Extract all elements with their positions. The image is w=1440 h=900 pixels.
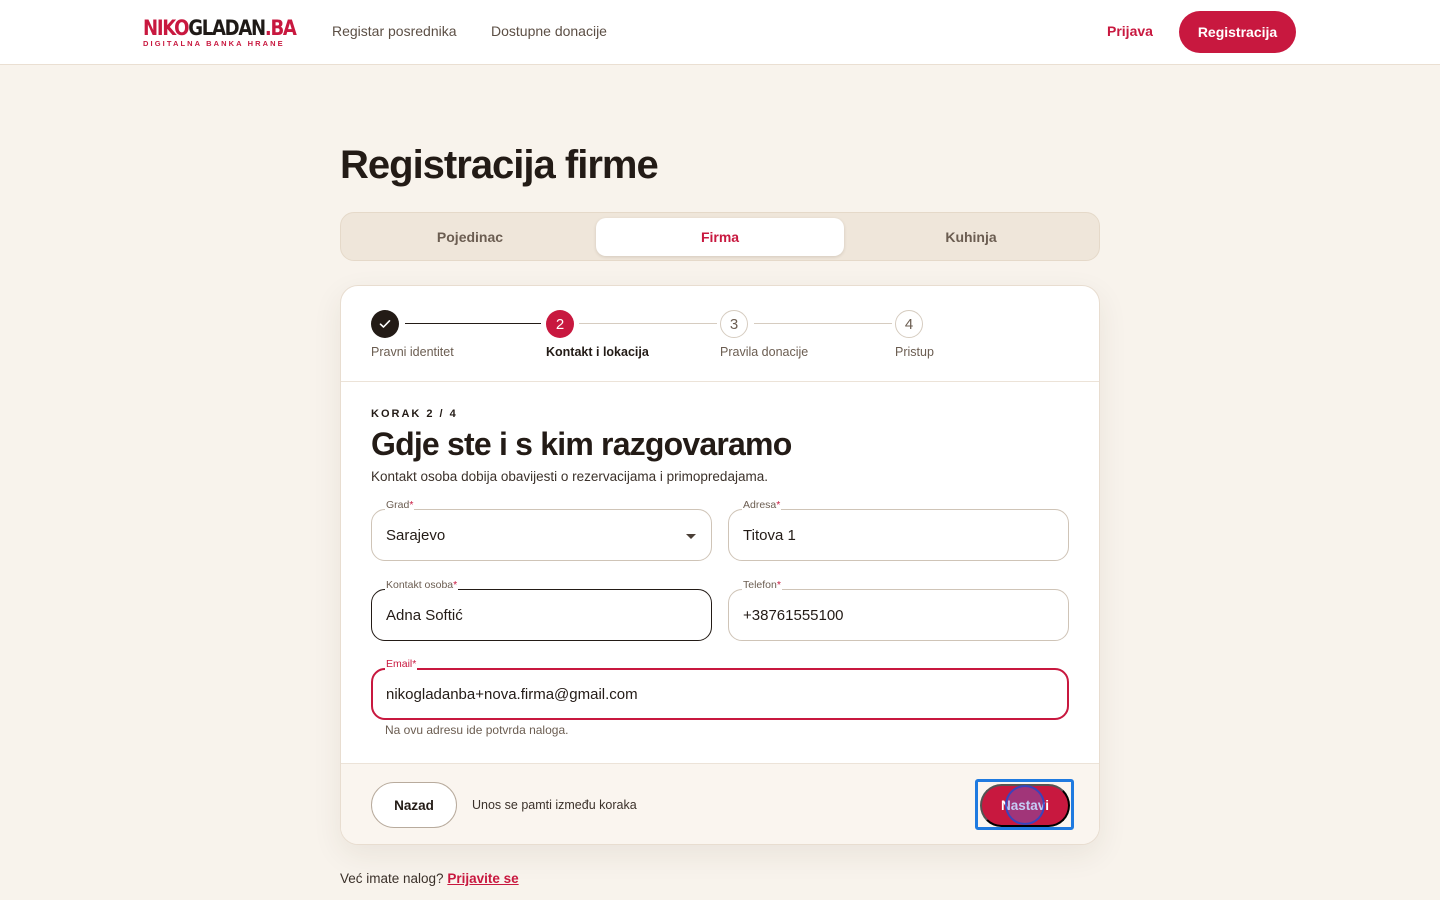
check-icon: [379, 320, 391, 328]
step-connector-1: [405, 323, 541, 324]
phone-input[interactable]: +38761555100: [728, 589, 1069, 641]
email-label: Email*: [385, 658, 418, 670]
city-field: Sarajevo Grad*: [371, 499, 712, 563]
city-label: Grad*: [385, 499, 415, 511]
card-footer: Nazad Unos se pamti između koraka Nastav…: [341, 763, 1099, 844]
tab-firma[interactable]: Firma: [596, 218, 844, 256]
address-field: Titova 1 Adresa*: [728, 499, 1069, 563]
cursor-indicator: [1005, 785, 1045, 825]
contact-person-value: Adna Softić: [386, 606, 463, 624]
login-prompt-link[interactable]: Prijavite se: [447, 871, 518, 886]
nav-link-dostupne-donacije[interactable]: Dostupne donacije: [491, 23, 607, 39]
tab-pojedinac[interactable]: Pojedinac: [346, 218, 594, 256]
step-kicker: KORAK 2 / 4: [371, 408, 458, 420]
login-prompt: Već imate nalog? Prijavite se: [340, 871, 519, 886]
step-3-indicator: 3: [720, 310, 748, 338]
logo-tagline: DIGITALNA BANKA HRANE: [143, 39, 285, 48]
section-title: Gdje ste i s kim razgovaramo: [371, 426, 792, 462]
stepper: 2 3 4 Pravni identitet Kontakt i lokacij…: [341, 286, 1099, 382]
phone-label: Telefon*: [742, 579, 782, 591]
contact-person-input[interactable]: Adna Softić: [371, 589, 712, 641]
registration-card: 2 3 4 Pravni identitet Kontakt i lokacij…: [340, 285, 1100, 845]
step-1-indicator: [371, 310, 399, 338]
step-connector-2: [579, 323, 717, 324]
step-4-label: Pristup: [895, 345, 934, 359]
step-2-label: Kontakt i lokacija: [546, 345, 649, 359]
phone-value: +38761555100: [743, 606, 844, 624]
step-4-indicator: 4: [895, 310, 923, 338]
autosave-note: Unos se pamti između koraka: [472, 798, 637, 812]
top-navigation: NIKOGLADAN.BA DIGITALNA BANKA HRANE Regi…: [0, 0, 1440, 65]
step-connector-3: [754, 323, 892, 324]
account-type-tabs: Pojedinac Firma Kuhinja: [340, 212, 1100, 261]
site-logo[interactable]: NIKOGLADAN.BA DIGITALNA BANKA HRANE: [143, 16, 297, 49]
step-1-label: Pravni identitet: [371, 345, 454, 359]
contact-person-label: Kontakt osoba*: [385, 579, 459, 591]
back-button[interactable]: Nazad: [371, 782, 457, 828]
address-value: Titova 1: [743, 526, 796, 544]
section-subtitle: Kontakt osoba dobija obavijesti o rezerv…: [371, 469, 768, 484]
logo-wordmark: NIKOGLADAN.BA: [143, 16, 297, 40]
phone-field: +38761555100 Telefon*: [728, 579, 1069, 643]
city-value: Sarajevo: [386, 526, 446, 544]
step-2-indicator: 2: [546, 310, 574, 338]
nav-link-registar-posrednika[interactable]: Registar posrednika: [332, 23, 457, 39]
email-value: nikogladanba+nova.firma@gmail.com: [386, 685, 638, 703]
city-select[interactable]: Sarajevo: [371, 509, 712, 561]
login-link[interactable]: Prijava: [1107, 23, 1153, 39]
register-button[interactable]: Registracija: [1179, 11, 1296, 53]
contact-person-field: Adna Softić Kontakt osoba*: [371, 579, 712, 643]
tab-kuhinja[interactable]: Kuhinja: [847, 218, 1095, 256]
step-3-label: Pravila donacije: [720, 345, 809, 359]
address-input[interactable]: Titova 1: [728, 509, 1069, 561]
email-input[interactable]: nikogladanba+nova.firma@gmail.com: [371, 668, 1069, 720]
email-helper-text: Na ovu adresu ide potvrda naloga.: [385, 723, 569, 737]
email-field: nikogladanba+nova.firma@gmail.com Email*: [371, 658, 1069, 722]
page-title: Registracija firme: [340, 143, 659, 187]
chevron-down-icon: [686, 534, 696, 539]
address-label: Adresa*: [742, 499, 782, 511]
